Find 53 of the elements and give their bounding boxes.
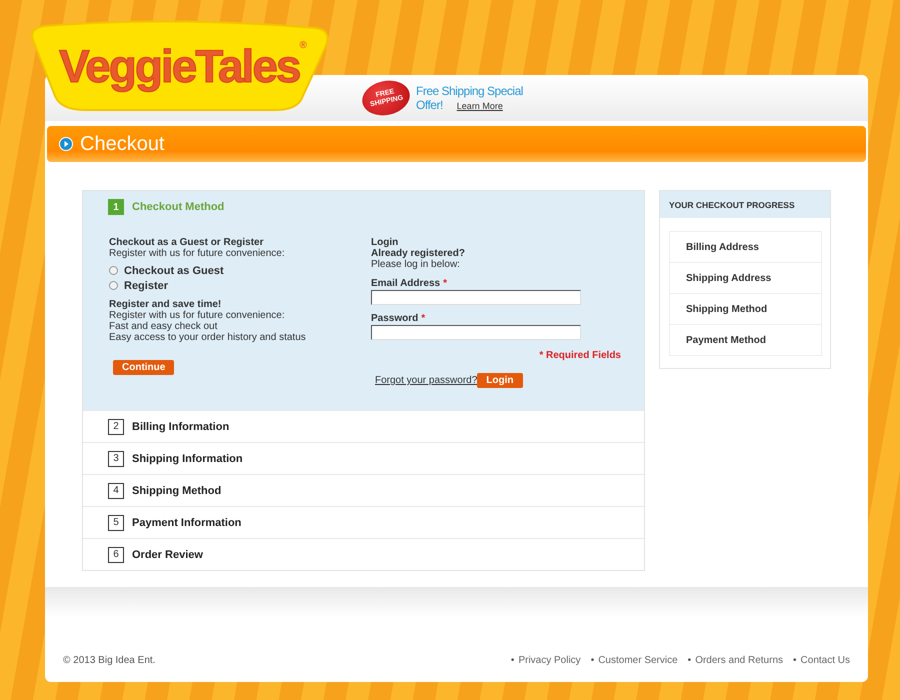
login-button[interactable]: Login	[477, 373, 522, 388]
bullet-mark: •	[590, 655, 594, 666]
learn-more-link[interactable]: Learn More	[456, 101, 503, 112]
input-field[interactable]	[371, 290, 581, 305]
radio-button[interactable]	[109, 266, 118, 275]
step-title[interactable]: Shipping Information	[132, 452, 243, 464]
section-subheading: Already registered?	[371, 248, 466, 259]
intro-text: Please log in below:	[371, 259, 461, 270]
step-number: 1	[108, 199, 124, 215]
step-title[interactable]: Shipping Method	[132, 484, 222, 496]
field-label: Email Address	[371, 278, 440, 289]
section-heading: Register and save time!	[109, 299, 222, 310]
step-number: 5	[108, 514, 124, 530]
radio-button[interactable]	[109, 281, 118, 290]
required-mark: *	[443, 278, 448, 289]
benefit-text: Register with us for future convenience:	[109, 310, 286, 321]
promo-text: Free Shipping Special	[416, 84, 523, 98]
progress-item: Billing Address	[685, 240, 760, 254]
required-mark: *	[421, 313, 426, 324]
play-icon	[59, 137, 73, 151]
step-title[interactable]: Billing Information	[132, 420, 230, 432]
section-heading: Login	[371, 237, 400, 248]
forgot-password-link[interactable]: Forgot your password?	[375, 375, 478, 386]
bullet-mark: •	[793, 655, 797, 666]
required-note: * Required Fields	[538, 350, 621, 361]
option-label[interactable]: Checkout as Guest	[124, 264, 224, 276]
section-heading: Checkout as a Guest or Register	[109, 237, 264, 248]
step-number: 3	[108, 450, 124, 466]
footer-link[interactable]: Privacy Policy	[518, 655, 581, 666]
option-label[interactable]: Register	[124, 280, 168, 292]
input-field[interactable]	[371, 325, 581, 340]
intro-text: Register with us for future convenience:	[109, 248, 286, 259]
step-number: 4	[108, 482, 124, 498]
progress-item: Shipping Address	[670, 262, 821, 293]
progress-title: YOUR CHECKOUT PROGRESS	[660, 191, 830, 218]
promo-text: Offer!	[416, 98, 443, 112]
field-label: Password	[371, 313, 418, 324]
progress-item: Payment Method	[670, 324, 821, 355]
step-title[interactable]: Payment Information	[132, 516, 242, 528]
benefit-text: Easy access to your order history and status	[109, 332, 307, 343]
step-number: 6	[108, 546, 124, 562]
continue-button[interactable]: Continue	[113, 360, 174, 375]
progress-item: Shipping Method	[670, 293, 821, 324]
footer-link[interactable]: Customer Service	[598, 655, 678, 666]
step-title[interactable]: Order Review	[132, 548, 203, 560]
page-title: Checkout	[80, 132, 164, 156]
benefit-text: Fast and easy check out	[109, 321, 218, 332]
footer-link[interactable]: Orders and Returns	[695, 655, 784, 666]
footer-link[interactable]: Contact Us	[800, 655, 850, 666]
bullet-mark: •	[688, 655, 692, 666]
bullet-mark: •	[510, 655, 514, 666]
step-number: 2	[108, 418, 124, 434]
copyright-text: © 2013 Big Idea Ent.	[63, 655, 156, 666]
